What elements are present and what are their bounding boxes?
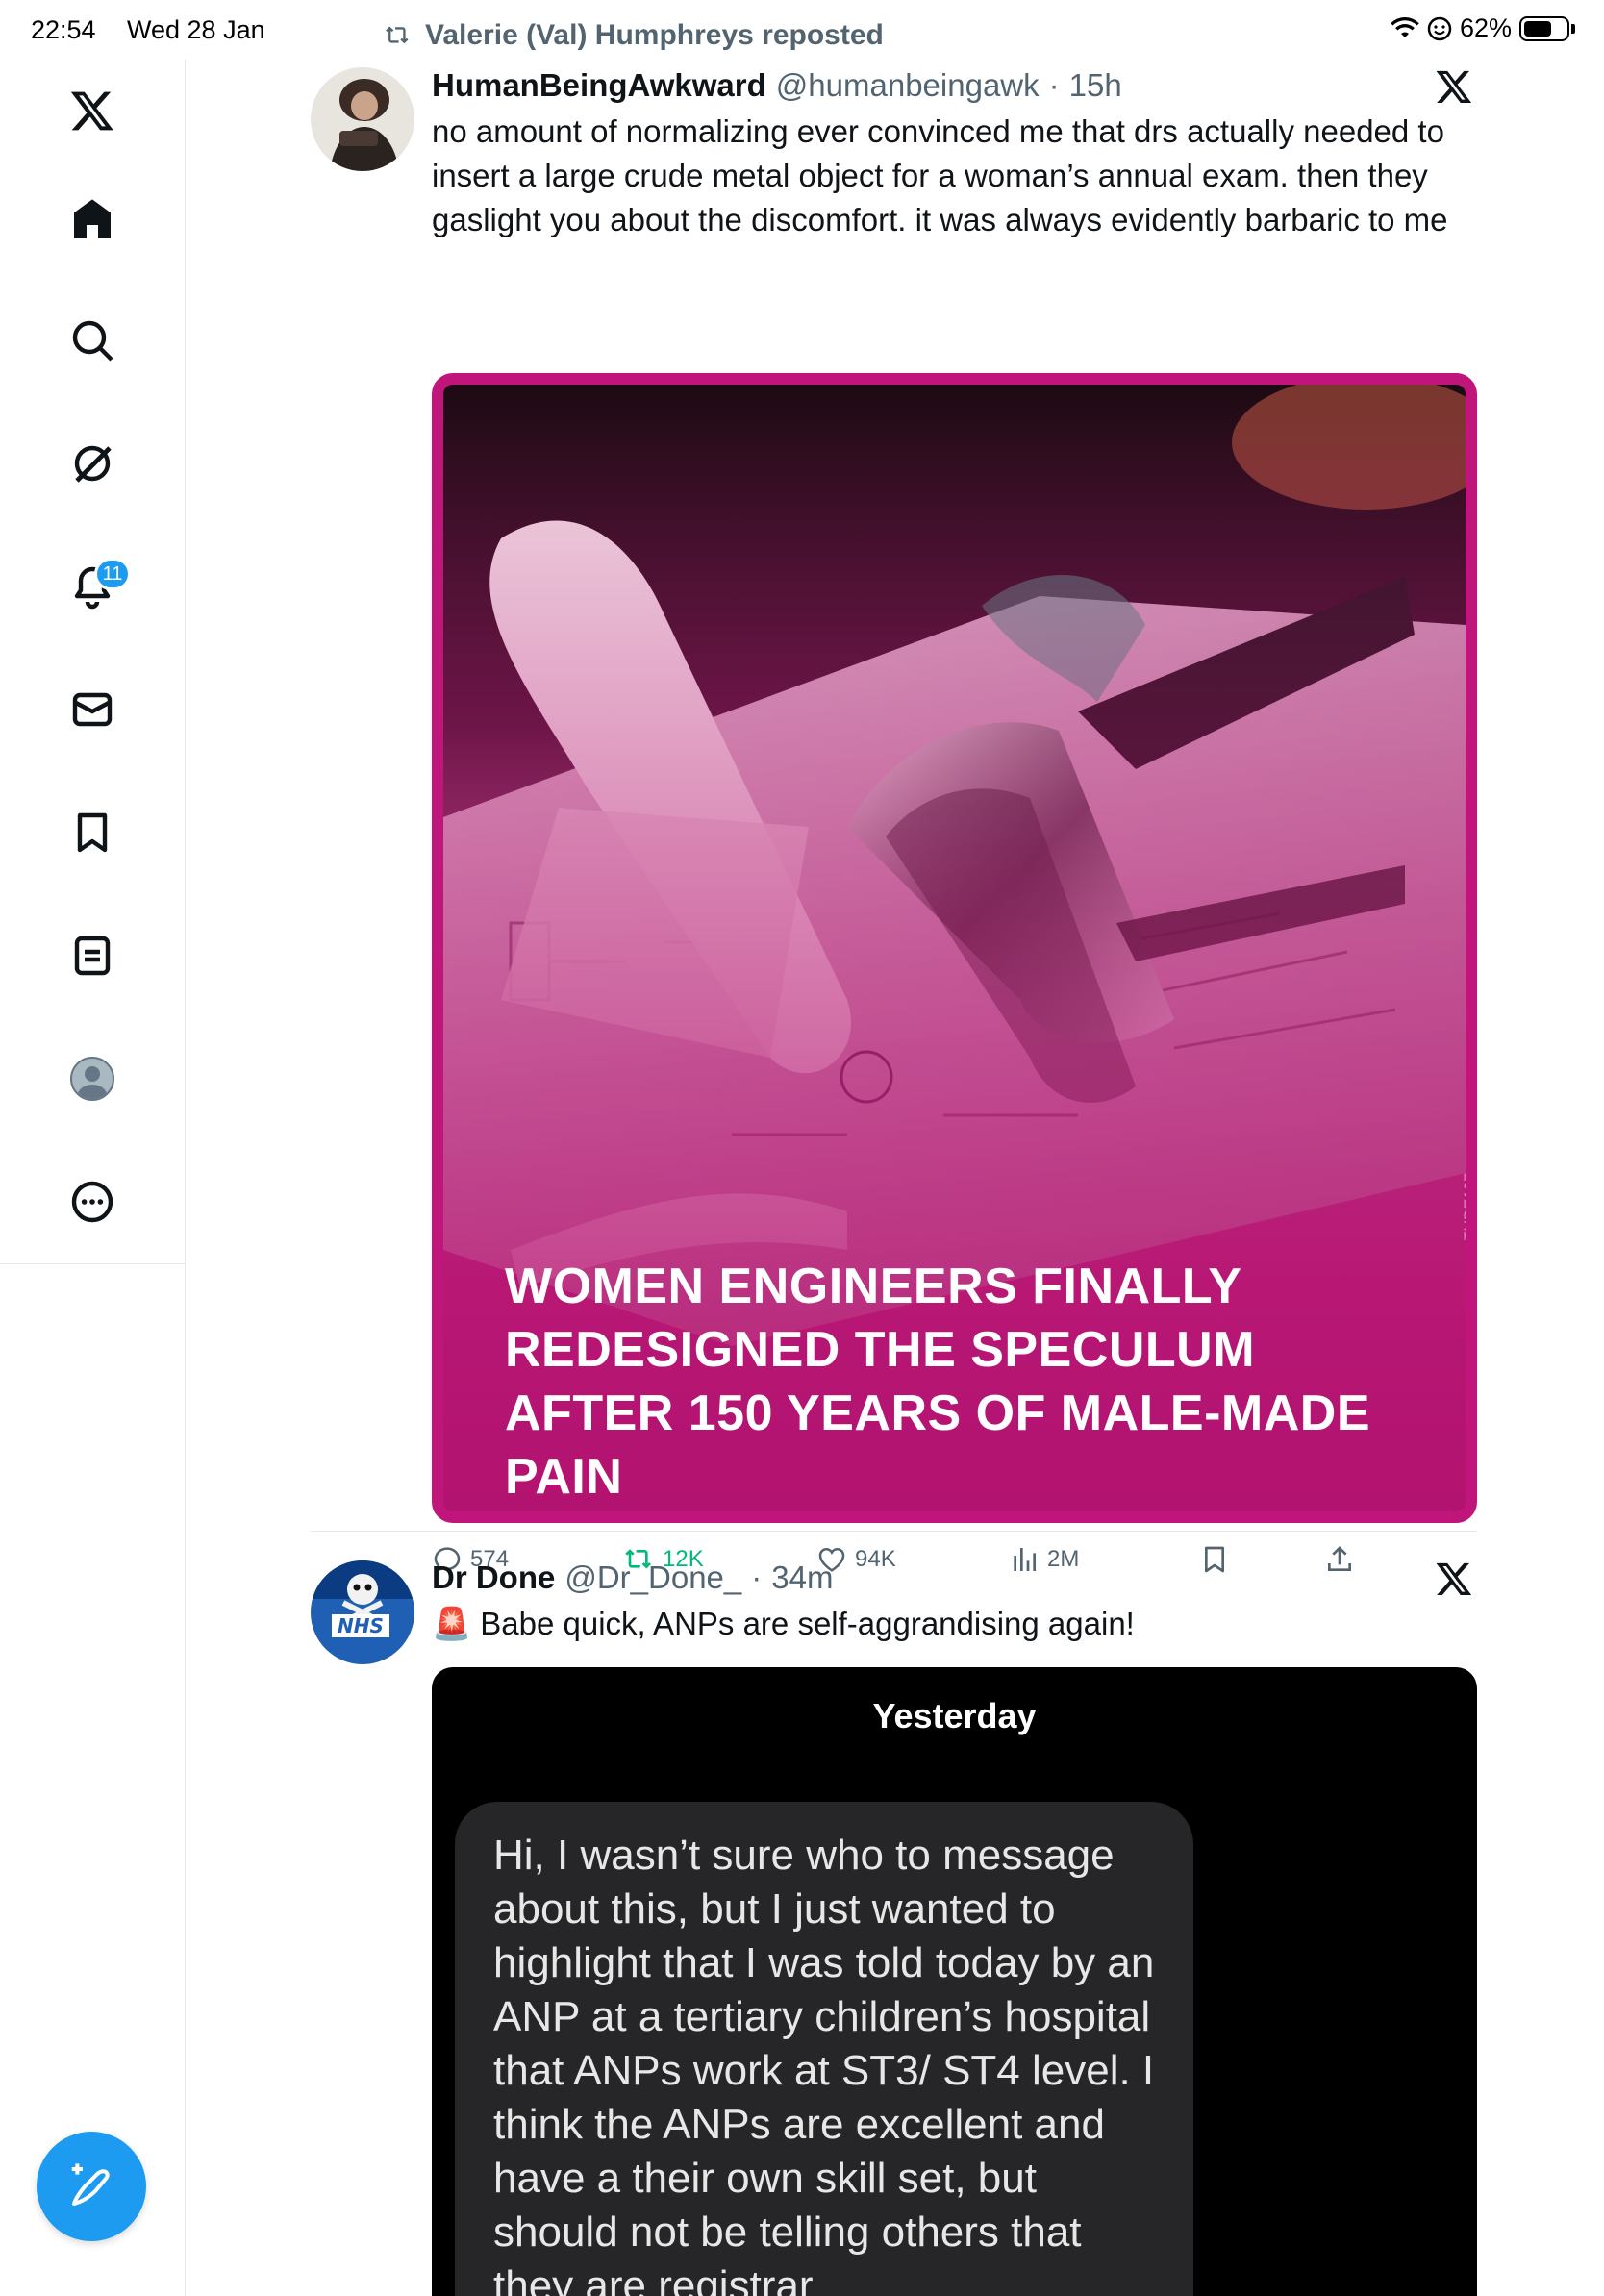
tweet-header: Dr Done @Dr_Done_ · 34m [432,1560,1477,1596]
media-headline: WOMEN ENGINEERS FINALLY REDESIGNED THE S… [505,1259,1371,1505]
wifi-icon [1391,16,1419,37]
status-indicators: 62% [1391,13,1575,43]
media-watermark: TUDE107 [1462,1173,1477,1241]
compose-button[interactable] [37,2132,146,2241]
tweet-body: HumanBeingAwkward @humanbeingawk · 15h n… [432,67,1477,242]
chat-date-label: Yesterday [872,1696,1037,1735]
tweet-header: HumanBeingAwkward @humanbeingawk · 15h [432,67,1477,104]
messages-icon[interactable] [58,675,127,744]
tweet-divider [311,1531,1477,1532]
avatar [70,1057,114,1101]
bookmarks-icon[interactable] [58,798,127,867]
battery-icon [1519,15,1569,41]
tweet-text: 🚨 Babe quick, ANPs are self-aggrandising… [432,1602,1477,1646]
more-icon[interactable] [58,1167,127,1236]
author-avatar[interactable] [311,67,414,171]
sidebar-divider [0,1263,186,1264]
separator-dot: · [751,1560,763,1595]
x-logo-icon [1435,67,1477,110]
tweet[interactable]: HumanBeingAwkward @humanbeingawk · 15h n… [311,67,1477,1573]
compose-icon [71,2163,110,2207]
grok-icon[interactable] [58,429,127,498]
tweet-media-image[interactable]: WOMEN ENGINEERS FINALLY REDESIGNED THE S… [432,373,1477,1523]
author-name[interactable]: Dr Done [432,1560,555,1596]
profile-avatar[interactable] [58,1044,127,1113]
author-avatar[interactable]: NHS [311,1560,414,1664]
repost-icon [386,26,409,44]
tweet[interactable]: NHS Dr Done @Dr_Done_ · 34m 🚨 Babe quick… [311,1560,1477,2296]
tweet-time[interactable]: 15h [1069,67,1122,104]
search-icon[interactable] [58,306,127,375]
tweet-text: no amount of normalizing ever convinced … [432,113,1448,237]
tweet-text-body: Babe quick, ANPs are self-aggrandising a… [480,1606,1135,1641]
author-name[interactable]: HumanBeingAwkward [432,67,766,104]
svg-text:NHS: NHS [338,1614,384,1637]
battery-tip [1571,23,1575,34]
home-icon[interactable] [58,185,127,254]
lists-icon[interactable] [58,921,127,990]
tweet-body: Dr Done @Dr_Done_ · 34m 🚨 Babe quick, AN… [432,1560,1477,1646]
repost-label[interactable]: Valerie (Val) Humphreys reposted [425,19,884,52]
separator-dot: · [1048,67,1060,103]
sidebar: 11 [0,60,186,2296]
status-date: Wed 28 Jan [127,15,265,44]
siren-emoji: 🚨 [432,1606,472,1641]
author-handle[interactable]: @Dr_Done_ [564,1560,741,1596]
tweet-media-screenshot[interactable]: Yesterday Hi, I wasn’t sure who to messa… [432,1667,1477,2296]
repost-indicator: Valerie (Val) Humphreys reposted [383,19,884,52]
x-logo-icon [1435,1560,1477,1602]
face-status-icon [1427,16,1452,40]
notifications-icon[interactable]: 11 [58,552,131,621]
battery-percent: 62% [1459,13,1512,42]
author-handle[interactable]: @humanbeingawk [776,67,1040,104]
x-logo-icon[interactable] [58,76,127,145]
chat-message-bubble: Hi, I wasn’t sure who to message about t… [455,1802,1193,2296]
tweet-time[interactable]: 34m [771,1560,833,1596]
status-time: 22:54 [31,15,96,44]
notifications-badge: 11 [94,558,131,590]
